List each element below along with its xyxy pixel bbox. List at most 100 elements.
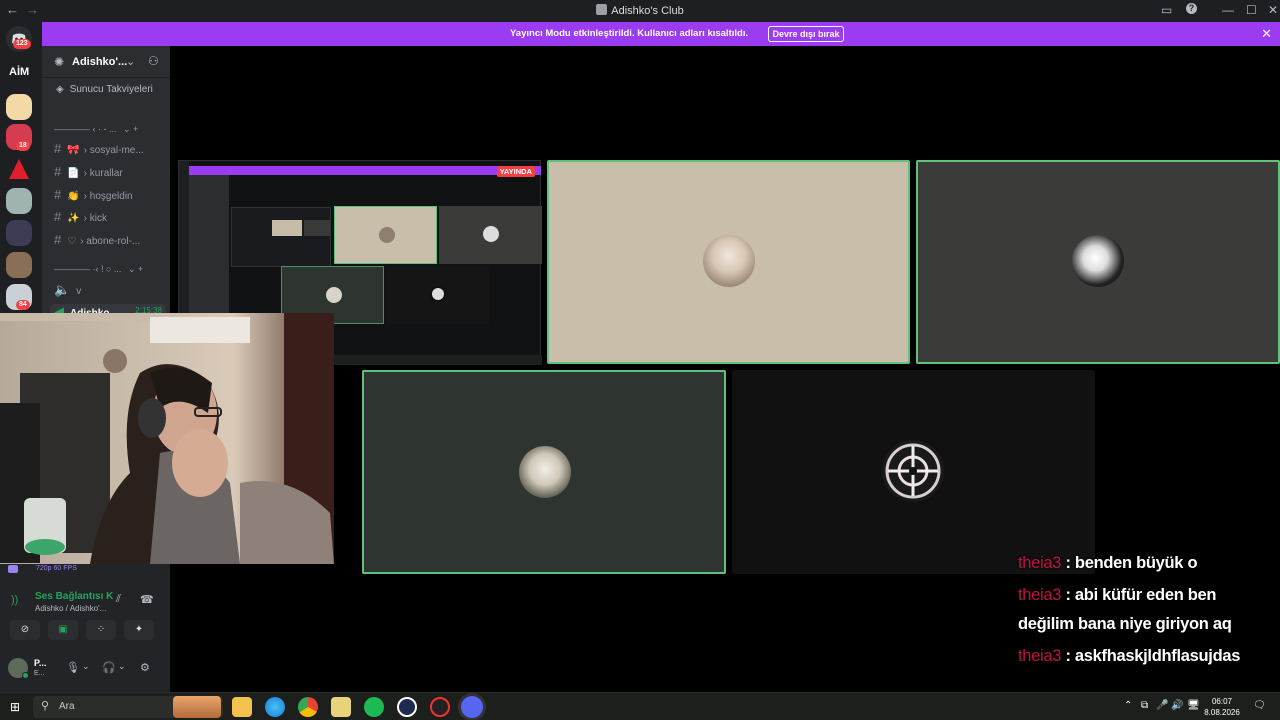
search-placeholder: Ara: [59, 701, 75, 712]
taskbar-clock[interactable]: 06:07 8.08.2026: [1200, 696, 1244, 718]
hash-icon: #: [54, 209, 62, 224]
voice-connected-title[interactable]: Ses Bağlantısı K: [35, 591, 113, 602]
window-title: Adishko's Club: [0, 4, 1280, 17]
clock-time: 06:07: [1211, 697, 1233, 706]
obs-icon[interactable]: [397, 697, 417, 717]
chevron-down-icon[interactable]: ⌄: [118, 661, 126, 672]
channel-hosgeldin[interactable]: # 👏 › hoşgeldin: [54, 187, 133, 203]
user-avatar-crosshair: [882, 440, 944, 502]
stream-icon: [8, 565, 18, 573]
video-tile-1[interactable]: [547, 160, 910, 364]
chat-overlay: theia3 : benden büyük o theia3 : abi küf…: [1018, 549, 1268, 671]
speaker-icon: 🔈: [54, 282, 71, 297]
hash-icon: #: [54, 232, 62, 247]
tray-volume-icon[interactable]: 🔊: [1171, 700, 1183, 711]
hash-icon: #: [54, 187, 62, 202]
discord-taskbar-icon[interactable]: [461, 696, 483, 718]
channel-sosyal-medya[interactable]: # 🎀 › sosyal-me...: [54, 141, 144, 157]
hash-icon: #: [54, 164, 62, 179]
taskbar-search[interactable]: ⚲ Ara: [33, 696, 223, 718]
mini-tile-2: [439, 206, 542, 264]
server-aim[interactable]: AİM: [9, 66, 29, 78]
user-avatar: [703, 235, 755, 287]
microphone-icon[interactable]: 🎙: [66, 661, 80, 674]
server-icon-dark[interactable]: [6, 220, 32, 246]
server-icon-teal[interactable]: [6, 188, 32, 214]
channel-kick[interactable]: # ✨ › kick: [54, 209, 107, 225]
server-name: Adishko'...: [72, 56, 128, 68]
chrome-icon[interactable]: [298, 697, 318, 717]
recorder-icon[interactable]: [430, 697, 450, 717]
stream-quality: 720p 60 FPS: [36, 565, 77, 572]
spotify-icon[interactable]: [364, 697, 384, 717]
voice-channel-v[interactable]: 🔈 v: [54, 282, 81, 298]
tray-network-icon[interactable]: 🖥: [1187, 700, 1200, 711]
chat-nick: theia3: [1018, 647, 1062, 665]
server-icon-anime[interactable]: [6, 94, 32, 120]
signal-icon[interactable]: )): [11, 594, 18, 606]
chevron-down-icon[interactable]: ⌄: [126, 55, 135, 68]
mini-banner: [189, 166, 541, 175]
window-titlebar: ← → Adishko's Club ▭ ? — ☐ ✕: [0, 0, 1280, 22]
chat-nick: theia3: [1018, 554, 1062, 572]
streamer-mode-banner: Yayıncı Modu etkinleştirildi. Kullanıcı …: [42, 22, 1280, 46]
voice-connected-subtitle: Adishko / Adishko'...: [35, 604, 107, 613]
notification-icon[interactable]: 🗨: [1253, 700, 1266, 711]
category-header-1[interactable]: ———— ‹ · - ... ⌄ +: [54, 124, 138, 135]
server-gear-icon: ✺: [54, 55, 65, 69]
minimize-button[interactable]: —: [1222, 3, 1234, 17]
close-window-button[interactable]: ✕: [1268, 3, 1278, 17]
server-icon: [596, 4, 608, 15]
mini-tile-1: [334, 206, 437, 264]
headphones-icon[interactable]: 🎧: [102, 661, 116, 674]
settings-gear-icon[interactable]: ⚙: [140, 661, 150, 674]
video-tile-2[interactable]: [916, 160, 1280, 364]
clock-date: 8.08.2026: [1204, 708, 1240, 717]
notes-icon[interactable]: [331, 697, 351, 717]
user-status: E...: [34, 670, 45, 677]
soundboard-button[interactable]: ✦: [124, 620, 154, 640]
help-icon[interactable]: ?: [1186, 3, 1197, 14]
tray-chevron-icon[interactable]: ⌃: [1124, 700, 1132, 711]
category-header-2[interactable]: ———— ·‹ ! ○ ... ⌄ +: [54, 264, 143, 275]
online-status-dot: [22, 672, 29, 679]
server-header[interactable]: ✺ Adishko'... ⌄ ⚇: [42, 46, 170, 78]
tray-mic-icon[interactable]: 🎤: [1156, 700, 1168, 711]
user-avatar-joker: [519, 446, 571, 498]
search-highlight-image: [173, 696, 221, 718]
chevron-down-icon[interactable]: ⌄: [82, 661, 90, 672]
tray-copy-icon[interactable]: ⧉: [1141, 700, 1148, 711]
camera-off-button[interactable]: ⊘: [10, 620, 40, 640]
inbox-icon[interactable]: ▭: [1161, 3, 1172, 17]
windows-taskbar: ⊞ ⚲ Ara ⌃ ⧉ 🎤 🔊 🖥 06:07 8.08.2026 🗨: [0, 692, 1280, 720]
crosshair-icon: [885, 443, 941, 499]
chat-message: theia3 : askfhaskjldhflasujdas: [1018, 647, 1241, 665]
user-name[interactable]: P...: [34, 658, 46, 668]
channel-kurallar[interactable]: # 📄 › kurallar: [54, 164, 123, 180]
disconnect-icon[interactable]: ☎: [140, 593, 154, 606]
home-badge: 123: [13, 39, 31, 49]
video-tile-4[interactable]: [732, 370, 1095, 574]
server-icon-brown[interactable]: [6, 252, 32, 278]
close-icon[interactable]: ✕: [1261, 26, 1272, 42]
file-explorer-icon[interactable]: [232, 697, 252, 717]
user-panel: P... E... 🎙 ⌄ 🎧 ⌄ ⚙: [0, 650, 170, 686]
channel-abone-rol[interactable]: # ♡ › abone-rol-...: [54, 232, 140, 248]
invite-people-icon[interactable]: ⚇: [148, 54, 159, 68]
server-icon-a[interactable]: [6, 156, 32, 182]
server-boosts[interactable]: ◈ Sunucu Takviyeleri: [56, 84, 153, 95]
windows-start-icon[interactable]: ⊞: [10, 700, 20, 714]
boost-icon: ◈: [56, 84, 64, 95]
chat-message: theia3 : abi küfür eden ben değilim bana…: [1018, 586, 1232, 633]
video-tile-3[interactable]: [362, 370, 726, 574]
disable-streamer-mode-button[interactable]: Devre dışı bırak: [768, 26, 844, 42]
activities-button[interactable]: ⁘: [86, 620, 116, 640]
maximize-button[interactable]: ☐: [1246, 3, 1257, 17]
chat-nick: theia3: [1018, 586, 1062, 604]
screen-share-button[interactable]: ▣: [48, 620, 78, 640]
banner-message: Yayıncı Modu etkinleştirildi. Kullanıcı …: [510, 28, 749, 39]
server-badge-18: 18: [16, 141, 30, 151]
noise-suppression-icon[interactable]: ⫽: [116, 593, 121, 606]
hash-icon: #: [54, 141, 62, 156]
edge-icon[interactable]: [265, 697, 285, 717]
